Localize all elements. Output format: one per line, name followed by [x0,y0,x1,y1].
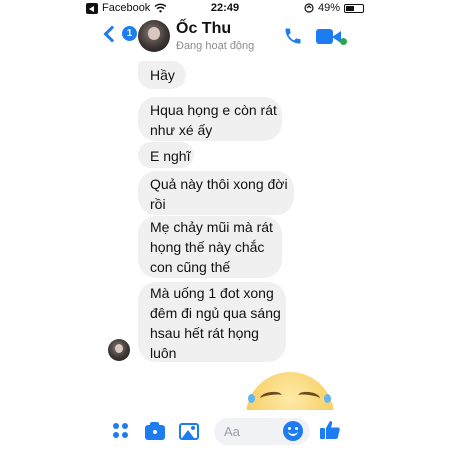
battery-icon [344,3,364,13]
like-icon [320,421,340,439]
chevron-left-icon [103,25,121,42]
apps-dot [122,432,128,438]
emoji-eye [297,390,321,404]
unread-badge: 1 [122,26,137,41]
message-line: luôn [150,345,177,361]
emoji-face [246,372,334,410]
emoji-eye [259,390,283,404]
apps-dot [113,432,119,438]
message-bubble[interactable]: Mẹ chảy mũi mà rát họng thế này chắc con… [138,216,282,278]
contact-status: Đang hoạt động [176,40,255,52]
message-bubble[interactable]: Hầy [138,61,186,89]
message-line: E nghĩ [150,148,191,164]
message-line: con cũng thế [150,259,231,275]
message-bubble[interactable]: Quả này thôi xong đời rồi [138,171,294,215]
emoji-button[interactable] [283,421,303,441]
message-line: như xé ấy [150,122,213,138]
camera-icon-lens [151,428,159,436]
emoji-icon-mouth [288,431,298,436]
photo-icon-sun [191,426,195,430]
apps-dot [113,423,119,429]
message-line: Mẹ chảy mũi mà rát [150,219,273,235]
emoji-tear [324,394,331,403]
contact-avatar[interactable] [138,20,170,52]
apps-dot [122,423,128,429]
status-right: 49% [304,2,364,14]
emoji-icon-eye [295,427,298,430]
message-line: Quả này thôi xong đời [150,176,288,192]
voice-call-button[interactable] [283,26,303,46]
contact-name[interactable]: Ốc Thu [176,20,231,38]
emoji-tear [248,394,255,403]
message-bubble[interactable]: Hqua họng e còn rát như xé ấy [138,97,282,141]
sender-avatar[interactable] [108,339,130,361]
emoji-icon [288,427,291,430]
message-line: hsau hết rát họng [150,325,259,341]
video-icon [316,29,333,44]
camera-button[interactable] [144,420,166,442]
phone-icon [285,28,301,44]
location-icon [304,3,314,13]
message-bubble[interactable]: E nghĩ [138,142,194,168]
photo-button[interactable] [178,420,200,442]
composer-bar [0,412,450,450]
photo-icon-mountain [182,430,194,438]
laughing-emoji-sticker[interactable] [238,372,342,410]
message-bubble[interactable]: Mà uống 1 đot xong đêm đi ngủ qua sáng h… [138,282,286,362]
battery-percent: 49% [317,2,340,14]
message-line: Hầy [150,67,175,83]
message-line: họng thế này chắc [150,239,265,255]
like-button[interactable] [318,418,342,442]
battery-level [346,5,354,11]
status-bar: Facebook 22:49 49% [0,0,450,16]
clock: 22:49 [210,2,240,14]
apps-button[interactable] [110,420,132,442]
message-line: Hqua họng e còn rát [150,102,277,118]
message-line: đêm đi ngủ qua sáng [150,305,281,321]
conversation-header: 1 Ốc Thu Đang hoạt động [0,16,450,60]
back-button[interactable]: 1 [103,25,137,42]
message-line: Mà uống 1 đot xong [150,285,274,301]
message-line: rồi [150,196,166,212]
online-indicator [340,38,347,45]
